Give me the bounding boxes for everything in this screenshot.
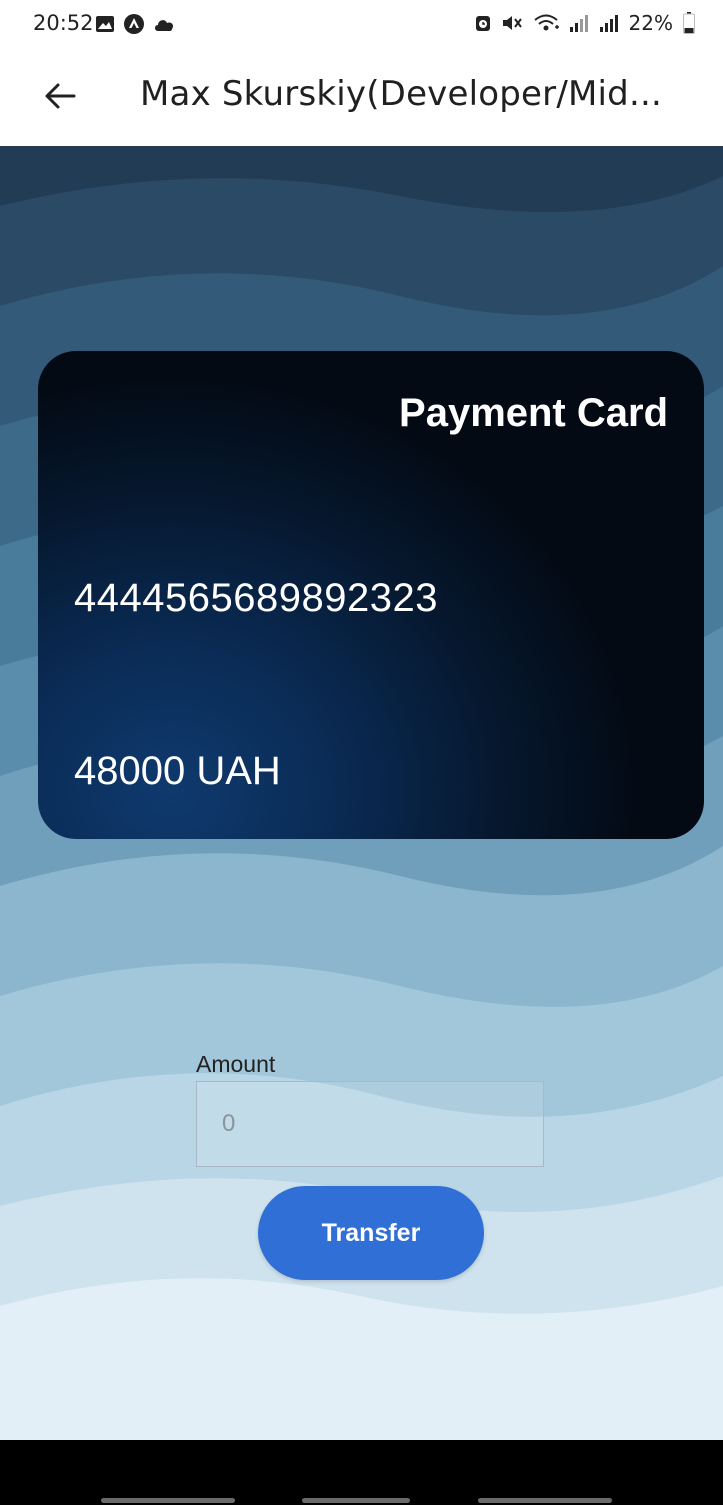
back-button[interactable]	[36, 72, 84, 120]
card-number: 4444565689892323	[74, 576, 438, 620]
battery-percent: 22%	[628, 11, 673, 35]
gallery-icon	[96, 16, 114, 32]
status-time: 20:52	[33, 11, 94, 35]
status-right: 22%	[475, 11, 695, 35]
nav-back-handle[interactable]	[478, 1498, 612, 1503]
arrow-left-icon	[45, 83, 76, 109]
status-bar: 20:52 22%	[0, 0, 723, 50]
signal-icon	[569, 15, 588, 32]
app-bar: Max Skurskiy(Developer/Mid...	[0, 50, 723, 146]
main-content: Payment Card 4444565689892323 48000 UAH …	[0, 146, 723, 1440]
nav-home-handle[interactable]	[302, 1498, 410, 1503]
battery-icon	[683, 12, 695, 34]
signal-icon	[599, 15, 618, 32]
system-nav-bar	[0, 1440, 723, 1505]
page-title: Max Skurskiy(Developer/Mid...	[140, 74, 662, 114]
alarm-icon	[475, 16, 490, 31]
transfer-button[interactable]: Transfer	[258, 1186, 484, 1280]
payment-card: Payment Card 4444565689892323 48000 UAH	[38, 351, 704, 839]
app-circle-icon	[124, 14, 144, 34]
amount-label: Amount	[196, 1051, 276, 1077]
nav-recents-handle[interactable]	[101, 1498, 235, 1503]
amount-input[interactable]	[196, 1081, 544, 1167]
status-left-icons	[95, 13, 177, 35]
card-balance: 48000 UAH	[74, 749, 281, 793]
wifi-icon	[533, 14, 559, 31]
cloud-icon	[155, 20, 174, 31]
card-title: Payment Card	[399, 391, 668, 435]
mute-icon	[502, 16, 522, 30]
